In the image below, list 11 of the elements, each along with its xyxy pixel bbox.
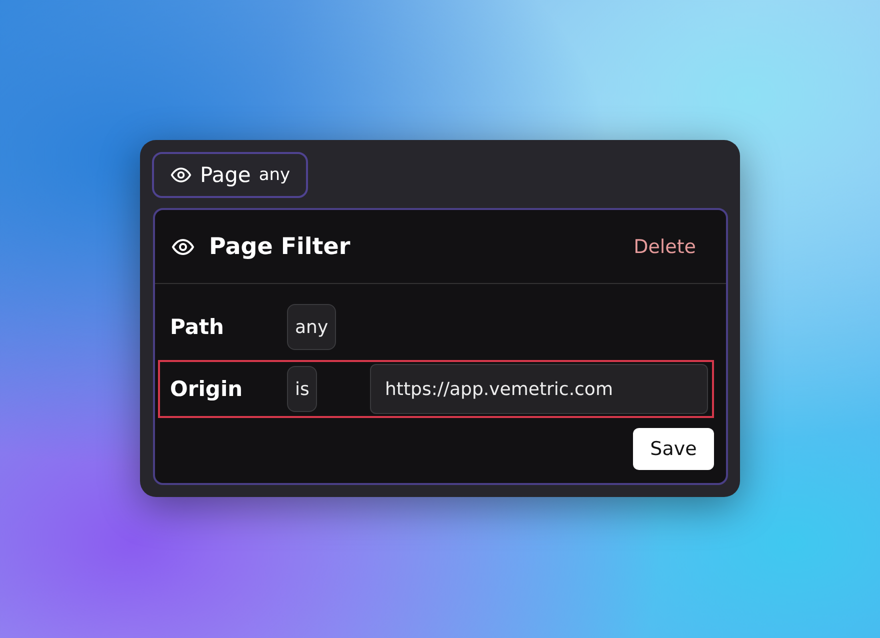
save-button[interactable]: Save xyxy=(633,428,714,470)
field-label: Path xyxy=(170,315,225,339)
chip-label: Page xyxy=(200,163,251,187)
operator-dropdown[interactable]: any xyxy=(287,304,336,350)
chip-value: any xyxy=(258,165,290,185)
delete-button[interactable]: Delete xyxy=(634,236,696,258)
operator-dropdown[interactable]: is xyxy=(287,366,318,412)
page-filter-chip[interactable]: Page any xyxy=(152,152,308,198)
popover-title: Page Filter xyxy=(209,234,350,260)
field-label: Origin xyxy=(170,377,244,401)
value-input[interactable]: https://app.vemetric.com xyxy=(370,364,708,414)
